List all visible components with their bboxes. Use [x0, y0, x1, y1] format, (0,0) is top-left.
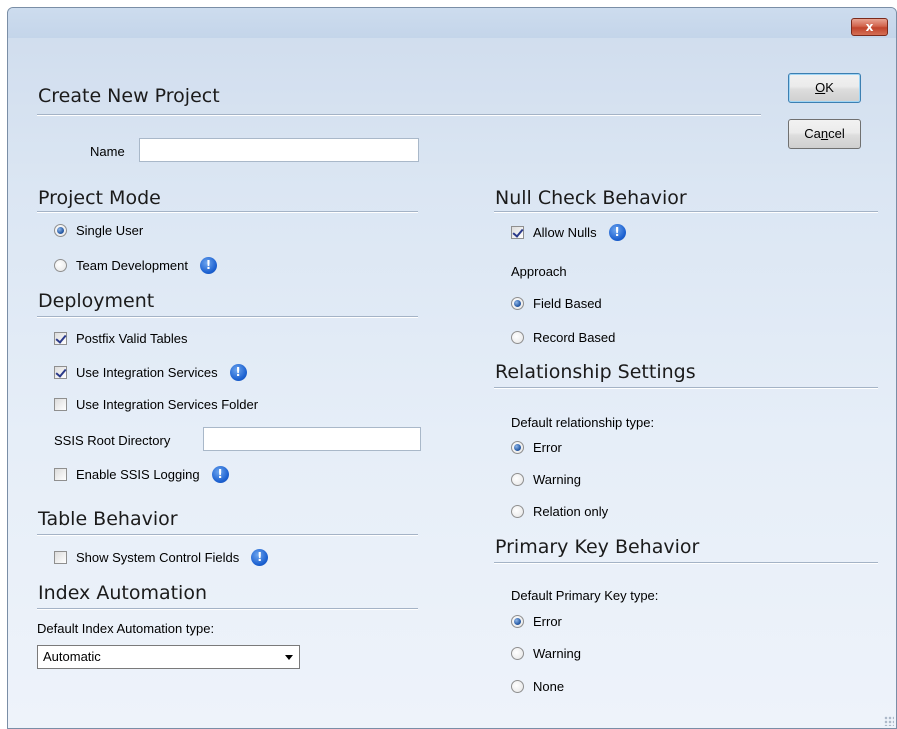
close-button[interactable]: x	[851, 18, 888, 36]
radio-button[interactable]	[54, 224, 67, 237]
radio-field-based[interactable]: Field Based	[511, 296, 602, 311]
checkbox[interactable]	[511, 226, 524, 239]
ssis-root-input[interactable]	[203, 427, 421, 451]
checkbox[interactable]	[54, 398, 67, 411]
primary-key-header: Primary Key Behavior	[495, 536, 700, 558]
create-project-header: Create New Project	[38, 85, 220, 107]
radio-label: Record Based	[533, 330, 616, 345]
header-divider	[37, 316, 418, 318]
title-bar: x	[8, 8, 896, 38]
resize-grip[interactable]	[884, 716, 894, 726]
checkbox[interactable]	[54, 468, 67, 481]
radio-label: Warning	[533, 472, 581, 487]
header-divider	[494, 562, 878, 564]
radio-label: None	[533, 679, 565, 694]
info-icon[interactable]: !	[251, 549, 269, 566]
approach-label: Approach	[511, 264, 567, 279]
close-icon: x	[865, 20, 874, 34]
radio-primary-key-error[interactable]: Error	[511, 614, 562, 629]
checkbox-use-integration-services-folder[interactable]: Use Integration Services Folder	[54, 397, 258, 412]
ok-button[interactable]: OK	[788, 73, 861, 103]
deployment-header: Deployment	[38, 290, 155, 312]
radio-label: Error	[533, 440, 562, 455]
radio-single-user[interactable]: Single User	[54, 223, 143, 238]
radio-label: Field Based	[533, 296, 602, 311]
checkbox-postfix-valid-tables[interactable]: Postfix Valid Tables	[54, 331, 188, 346]
checkbox[interactable]	[54, 551, 67, 564]
index-automation-dropdown[interactable]: Automatic	[37, 645, 300, 669]
checkbox-show-system-control-fields[interactable]: Show System Control Fields !	[54, 549, 269, 566]
relationship-type-label: Default relationship type:	[511, 415, 655, 430]
radio-button[interactable]	[511, 505, 524, 518]
header-divider	[37, 534, 418, 536]
radio-button[interactable]	[511, 680, 524, 693]
checkbox-label: Postfix Valid Tables	[76, 331, 188, 346]
info-icon[interactable]: !	[229, 364, 247, 381]
primary-key-type-label: Default Primary Key type:	[511, 588, 659, 603]
checkbox-enable-ssis-logging[interactable]: Enable SSIS Logging !	[54, 466, 229, 483]
name-input[interactable]	[139, 138, 419, 162]
project-mode-header: Project Mode	[38, 187, 161, 209]
radio-relationship-error[interactable]: Error	[511, 440, 562, 455]
dropdown-selected-value: Automatic	[43, 649, 101, 664]
radio-button[interactable]	[511, 441, 524, 454]
radio-label: Team Development	[76, 258, 188, 273]
info-icon[interactable]: !	[211, 466, 229, 483]
checkbox-allow-nulls[interactable]: Allow Nulls !	[511, 224, 626, 241]
name-label: Name	[90, 144, 125, 159]
radio-label: Relation only	[533, 504, 609, 519]
checkbox[interactable]	[54, 332, 67, 345]
cancel-label-end: cel	[828, 126, 845, 141]
checkbox-label: Use Integration Services Folder	[76, 397, 259, 412]
index-automation-header: Index Automation	[38, 582, 208, 604]
table-behavior-header: Table Behavior	[38, 508, 178, 530]
checkbox-label: Enable SSIS Logging	[76, 467, 200, 482]
null-check-header: Null Check Behavior	[495, 187, 687, 209]
ok-label: K	[825, 80, 834, 95]
radio-label: Error	[533, 614, 562, 629]
radio-button[interactable]	[511, 473, 524, 486]
radio-primary-key-warning[interactable]: Warning	[511, 646, 581, 661]
checkbox-label: Use Integration Services	[76, 365, 218, 380]
checkbox-label: Show System Control Fields	[76, 550, 240, 565]
radio-button[interactable]	[511, 331, 524, 344]
radio-button[interactable]	[511, 647, 524, 660]
radio-primary-key-none[interactable]: None	[511, 679, 564, 694]
header-divider	[37, 608, 418, 610]
radio-relationship-warning[interactable]: Warning	[511, 472, 581, 487]
header-divider	[37, 211, 418, 213]
ok-mnemonic: O	[815, 80, 826, 95]
radio-button[interactable]	[511, 615, 524, 628]
info-icon[interactable]: !	[200, 257, 217, 274]
ssis-root-label: SSIS Root Directory	[54, 433, 171, 448]
radio-relation-only[interactable]: Relation only	[511, 504, 608, 519]
index-automation-type-label: Default Index Automation type:	[37, 621, 215, 636]
radio-team-development[interactable]: Team Development !	[54, 257, 217, 274]
cancel-label-start: Ca	[804, 126, 821, 141]
cancel-button[interactable]: Cancel	[788, 119, 861, 149]
chevron-down-icon[interactable]	[285, 655, 293, 660]
relationship-settings-header: Relationship Settings	[495, 361, 696, 383]
dialog-window: x OK Cancel Create New Project Name Proj…	[7, 7, 897, 729]
radio-button[interactable]	[54, 259, 67, 272]
radio-label: Warning	[533, 646, 581, 661]
checkbox-label: Allow Nulls	[533, 225, 597, 240]
header-divider	[37, 114, 761, 116]
checkbox[interactable]	[54, 366, 67, 379]
checkbox-use-integration-services[interactable]: Use Integration Services !	[54, 364, 247, 381]
header-divider	[494, 211, 878, 213]
radio-record-based[interactable]: Record Based	[511, 330, 615, 345]
radio-button[interactable]	[511, 297, 524, 310]
info-icon[interactable]: !	[608, 224, 626, 241]
radio-label: Single User	[76, 223, 144, 238]
header-divider	[494, 387, 878, 389]
